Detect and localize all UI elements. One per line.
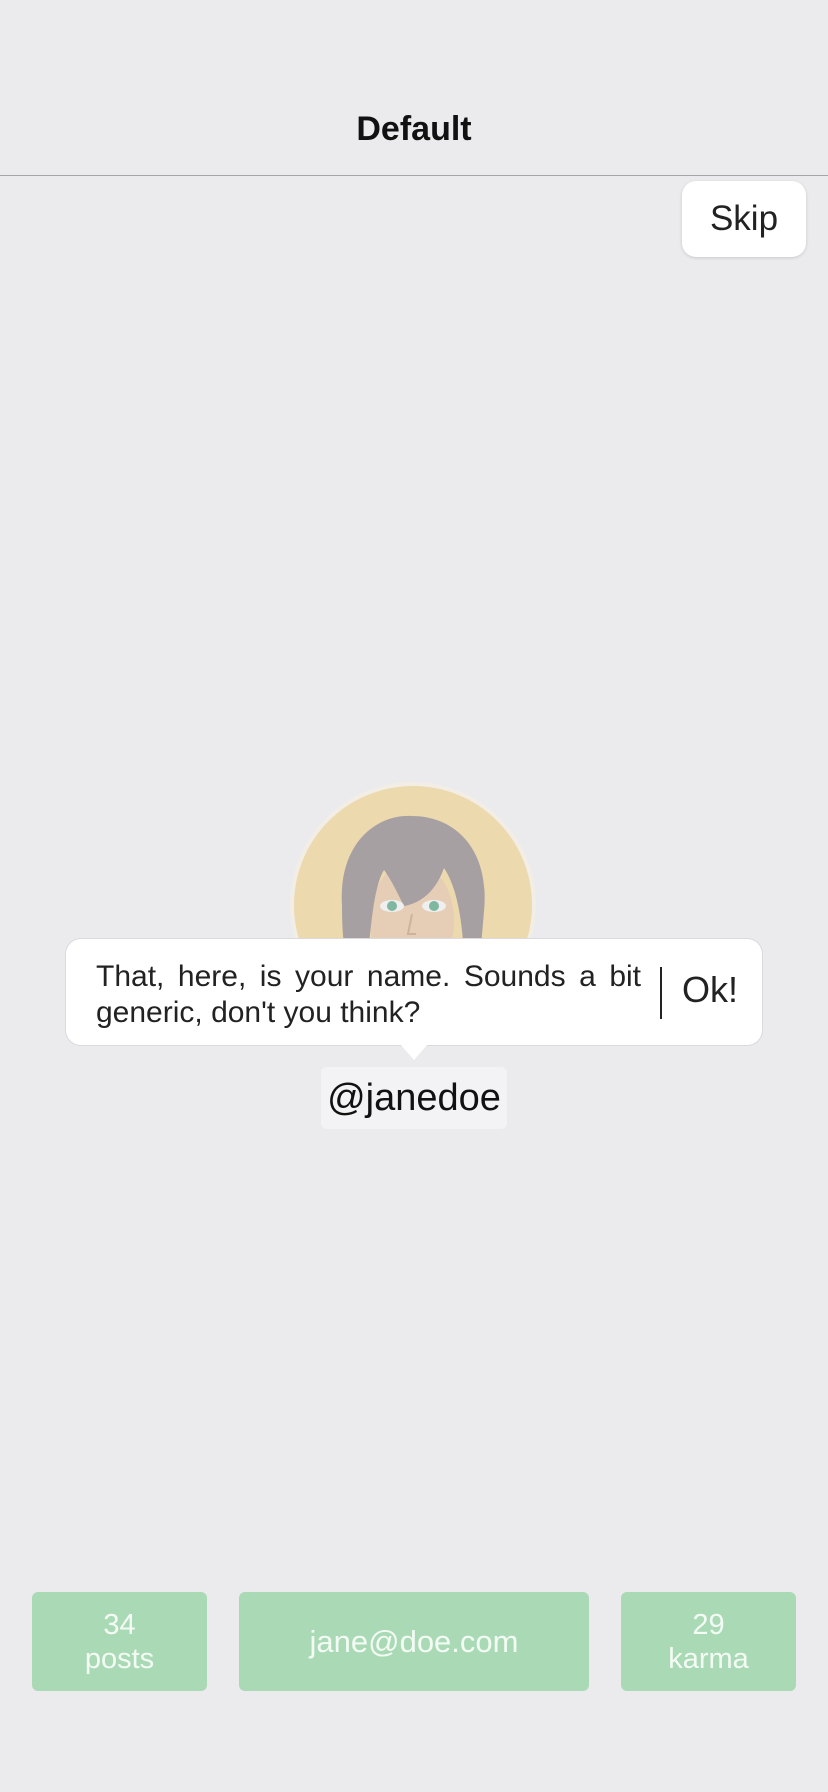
email-value: jane@doe.com bbox=[309, 1623, 519, 1659]
tooltip-divider bbox=[660, 967, 662, 1019]
posts-stat[interactable]: 34 posts bbox=[32, 1592, 207, 1691]
tooltip-message: That, here, is your name. Sounds a bit g… bbox=[96, 960, 641, 1029]
posts-label: posts bbox=[84, 1642, 155, 1675]
posts-count: 34 bbox=[103, 1608, 136, 1641]
karma-count: 29 bbox=[692, 1608, 725, 1641]
navbar-title: Default bbox=[356, 110, 472, 148]
onboarding-tooltip: That, here, is your name. Sounds a bit g… bbox=[65, 938, 763, 1046]
username-label: @janedoe bbox=[321, 1067, 507, 1129]
karma-label: karma bbox=[668, 1642, 749, 1675]
tooltip-ok-button[interactable]: Ok! bbox=[682, 969, 738, 1011]
email-stat[interactable]: jane@doe.com bbox=[239, 1592, 589, 1691]
navigation-bar: Default bbox=[0, 0, 828, 176]
skip-button[interactable]: Skip bbox=[682, 181, 806, 257]
tooltip-pointer bbox=[400, 1044, 428, 1060]
karma-stat[interactable]: 29 karma bbox=[621, 1592, 796, 1691]
